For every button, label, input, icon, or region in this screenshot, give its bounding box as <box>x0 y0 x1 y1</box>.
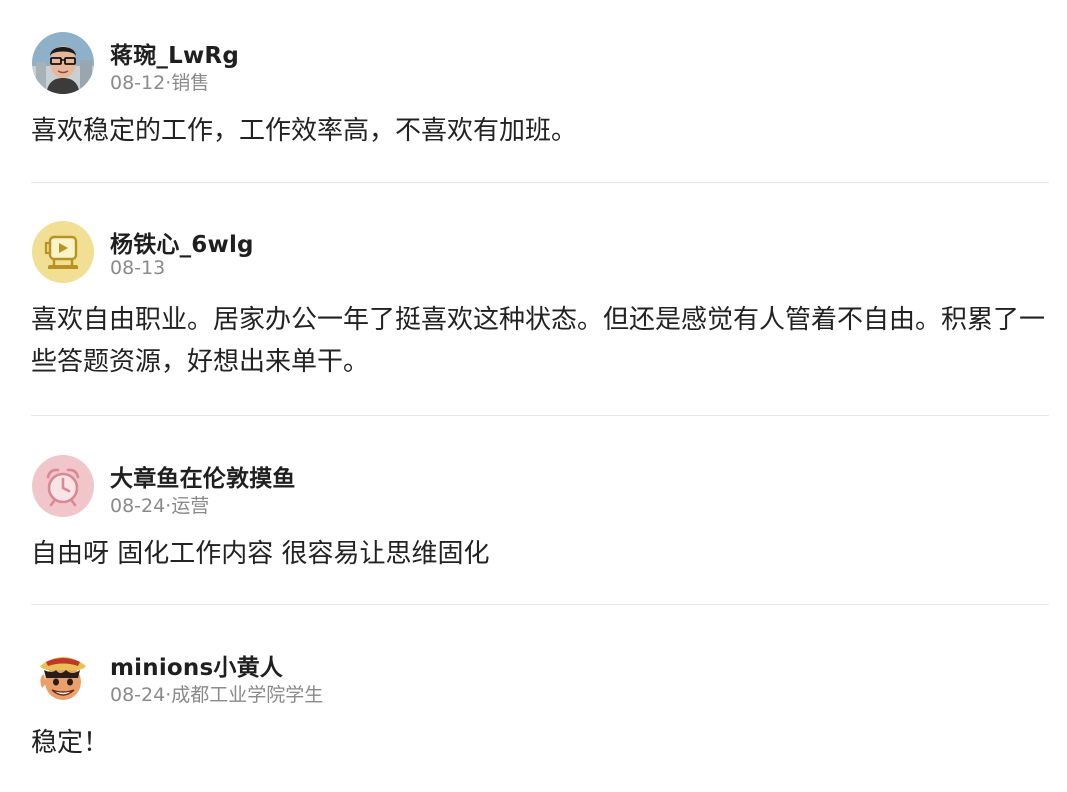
comment-meta: 08-12·销售 <box>110 72 210 94</box>
comment-text: 喜欢稳定的工作，工作效率高，不喜欢有加班。 <box>31 116 578 146</box>
username[interactable]: 蒋琬_LwRg <box>110 36 239 70</box>
divider <box>31 604 1049 605</box>
comment-text: 喜欢自由职业。居家办公一年了挺喜欢这种状态。但还是感觉有人管着不自由。积累了一些… <box>31 305 1046 377</box>
user-avatar[interactable] <box>32 644 94 706</box>
username[interactable]: 大章鱼在伦敦摸鱼 <box>110 459 296 493</box>
comment-meta: 08-24·运营 <box>110 495 210 517</box>
username[interactable]: 杨铁心_6wlg <box>110 225 254 259</box>
divider <box>31 182 1049 183</box>
comment-meta: 08-13 <box>110 257 166 279</box>
username[interactable]: minions小黄人 <box>110 648 283 682</box>
comment-text: 自由呀 固化工作内容 很容易让思维固化 <box>31 539 490 569</box>
comment-feed: 蒋琬_LwRg 08-12·销售 喜欢稳定的工作，工作效率高，不喜欢有加班。 杨… <box>0 0 1067 792</box>
user-avatar[interactable] <box>32 32 94 94</box>
user-avatar[interactable] <box>32 455 94 517</box>
comment-meta: 08-24·成都工业学院学生 <box>110 684 324 706</box>
alarm-clock-avatar-icon <box>32 455 94 517</box>
straw-hat-cartoon-avatar-icon <box>32 644 94 706</box>
divider <box>31 415 1049 416</box>
video-mascot-avatar-icon <box>32 221 94 283</box>
comment-text: 稳定！ <box>31 728 110 758</box>
man-with-glasses-avatar-icon <box>32 32 94 94</box>
user-avatar[interactable] <box>32 221 94 283</box>
